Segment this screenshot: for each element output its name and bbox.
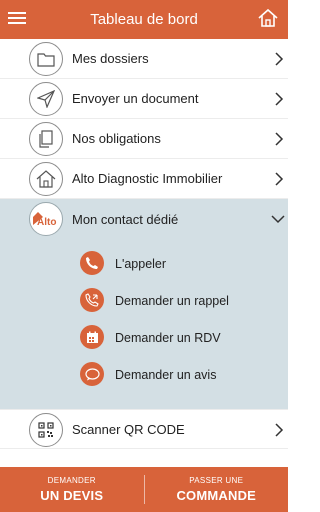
submenu-item-rappel[interactable]: Demander un rappel (0, 282, 288, 319)
page-title: Tableau de bord (90, 11, 198, 28)
menu-item-alto-diagnostic[interactable]: Alto Diagnostic Immobilier (0, 159, 288, 199)
phone-callback-icon (80, 288, 104, 312)
menu-item-label: Mon contact dédié (72, 211, 179, 227)
submenu-label: L'appeler (115, 256, 167, 271)
devis-small-label: DEMANDER (47, 476, 96, 485)
menu-item-label: Mes dossiers (72, 51, 149, 66)
dashboard-menu: Mes dossiers Envoyer un document Nos obl… (0, 39, 288, 449)
demander-devis-button[interactable]: DEMANDER UN DEVIS (0, 467, 144, 512)
svg-text:Alto: Alto (37, 217, 56, 228)
chevron-right-icon (275, 423, 284, 437)
menu-item-nos-obligations[interactable]: Nos obligations (0, 119, 288, 159)
chevron-right-icon (275, 52, 284, 66)
menu-item-label: Nos obligations (72, 131, 161, 146)
menu-item-mon-contact[interactable]: Alto Mon contact dédié (0, 199, 288, 239)
qr-code-icon (29, 413, 63, 447)
submenu-item-appeler[interactable]: L'appeler (0, 245, 288, 282)
menu-item-scanner-qr[interactable]: Scanner QR CODE (0, 409, 288, 449)
folder-icon (29, 42, 63, 76)
house-icon (29, 162, 63, 196)
menu-item-label: Scanner QR CODE (72, 421, 185, 437)
calendar-icon (80, 325, 104, 349)
submenu-label: Demander un RDV (115, 330, 221, 345)
submenu-label: Demander un avis (115, 367, 217, 382)
footer-bar: DEMANDER UN DEVIS PASSER UNE COMMANDE (0, 467, 288, 512)
menu-item-mes-dossiers[interactable]: Mes dossiers (0, 39, 288, 79)
hamburger-icon[interactable] (8, 10, 26, 28)
phone-icon (80, 251, 104, 275)
app-header: Tableau de bord (0, 0, 288, 39)
menu-item-label: Envoyer un document (72, 91, 199, 106)
home-icon[interactable] (257, 7, 279, 29)
chevron-right-icon (275, 132, 284, 146)
devis-big-label: UN DEVIS (40, 488, 104, 503)
commande-big-label: COMMANDE (176, 488, 257, 503)
alto-logo: Alto (29, 202, 63, 236)
menu-item-label: Alto Diagnostic Immobilier (72, 171, 223, 186)
chat-icon (80, 362, 104, 386)
submenu-label: Demander un rappel (115, 293, 229, 308)
submenu-item-rdv[interactable]: Demander un RDV (0, 319, 288, 356)
contact-submenu: L'appeler Demander un rappel Demander un… (0, 239, 288, 409)
chevron-right-icon (275, 92, 284, 106)
documents-icon (29, 122, 63, 156)
submenu-item-avis[interactable]: Demander un avis (0, 356, 288, 393)
send-icon (29, 82, 63, 116)
passer-commande-button[interactable]: PASSER UNE COMMANDE (145, 467, 289, 512)
menu-item-envoyer-document[interactable]: Envoyer un document (0, 79, 288, 119)
commande-small-label: PASSER UNE (189, 476, 244, 485)
chevron-right-icon (275, 172, 284, 186)
chevron-down-icon (271, 215, 285, 224)
